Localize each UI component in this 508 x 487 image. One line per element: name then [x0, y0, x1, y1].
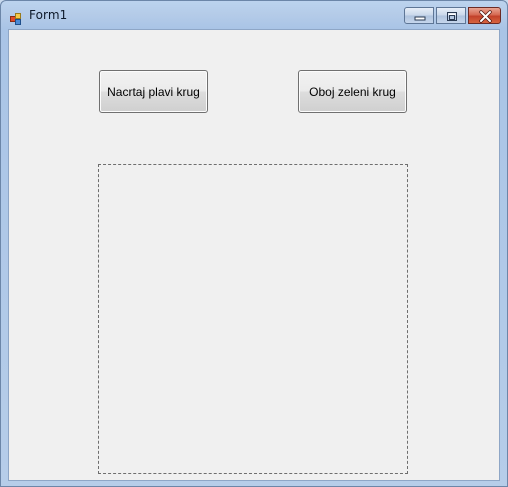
title-bar[interactable]: Form1 — [1, 1, 507, 29]
draw-blue-circle-button[interactable]: Nacrtaj plavi krug — [99, 70, 208, 113]
app-window: Form1 Nacrtaj plavi krug Oboj zeleni kru… — [0, 0, 508, 487]
winforms-app-icon[interactable] — [10, 10, 22, 25]
minimize-button[interactable] — [404, 7, 434, 24]
drawing-panel[interactable] — [98, 164, 408, 474]
paint-green-circle-button[interactable]: Oboj zeleni krug — [298, 70, 407, 113]
window-title: Form1 — [29, 8, 68, 22]
maximize-button[interactable] — [436, 7, 466, 24]
close-button[interactable] — [468, 7, 501, 24]
form-client-area: Nacrtaj plavi krug Oboj zeleni krug — [8, 29, 500, 481]
maximize-icon — [447, 12, 457, 21]
minimize-icon — [414, 16, 426, 21]
close-icon — [479, 10, 492, 23]
